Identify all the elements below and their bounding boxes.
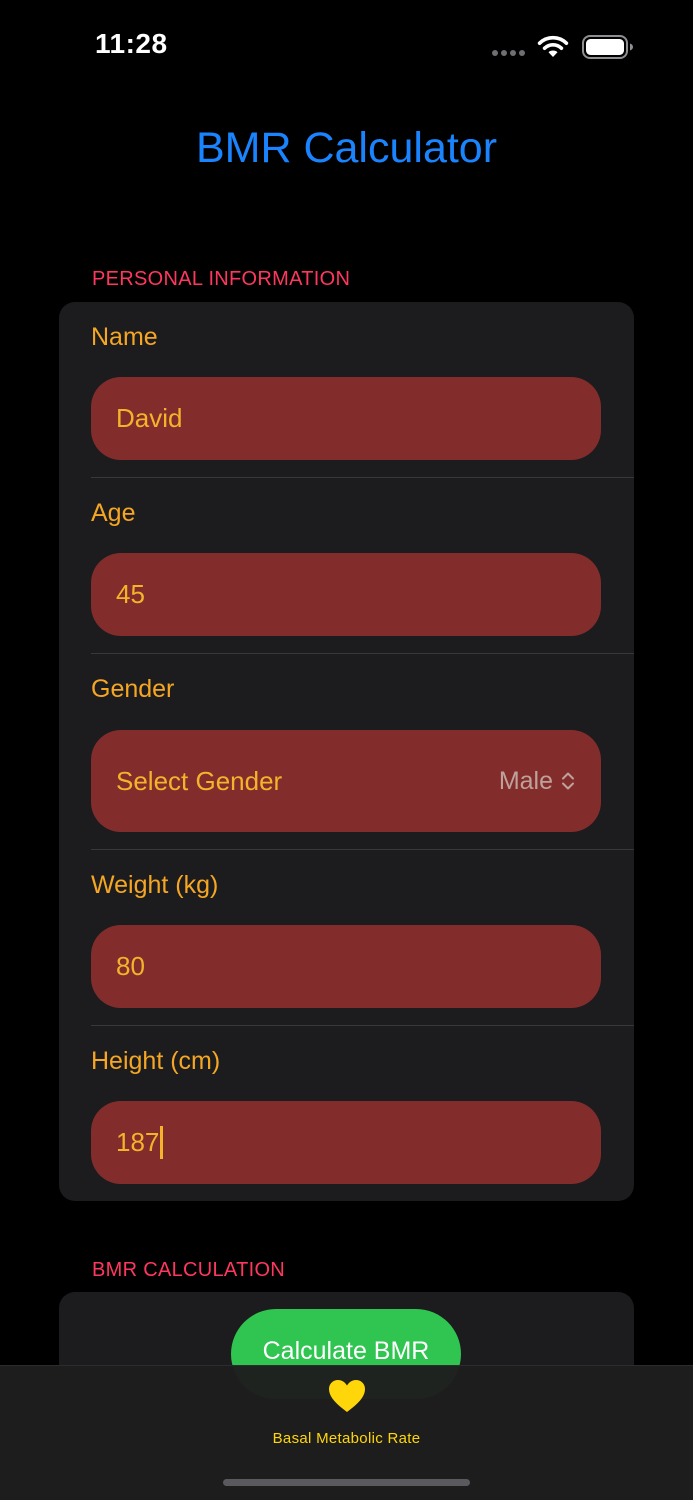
weight-row: Weight (kg) 80 [59, 850, 634, 1026]
tab-basal-metabolic-rate[interactable]: Basal Metabolic Rate [0, 1378, 693, 1447]
name-label: Name [91, 323, 158, 351]
gender-selected-value: Male [498, 766, 553, 795]
gender-picker[interactable]: Select Gender Male [91, 730, 601, 832]
height-value: 187 [116, 1127, 160, 1157]
tab-bar: Basal Metabolic Rate [0, 1365, 693, 1500]
age-field[interactable]: 45 [91, 553, 601, 636]
personal-info-card: Name David Age 45 Gender Select Gender M… [59, 302, 634, 1201]
age-value: 45 [116, 579, 145, 609]
app-screen: 11:28 BMR Calculator PERSONAL INFORMATIO… [0, 0, 693, 1500]
weight-value: 80 [116, 951, 145, 981]
age-row: Age 45 [59, 478, 634, 654]
age-label: Age [91, 499, 136, 527]
gender-picker-value: Male [499, 767, 575, 796]
height-row: Height (cm) 187 [59, 1026, 634, 1201]
heart-icon [328, 1380, 365, 1412]
gender-picker-label: Select Gender [116, 765, 283, 796]
weight-field[interactable]: 80 [91, 925, 601, 1008]
name-field[interactable]: David [91, 377, 601, 460]
gender-row: Gender Select Gender Male [59, 654, 634, 850]
status-time: 11:28 [95, 28, 168, 59]
name-row: Name David [59, 302, 634, 478]
page-title: BMR Calculator [195, 124, 498, 172]
chevron-updown-icon [562, 772, 574, 790]
tab-label: Basal Metabolic Rate [272, 1430, 421, 1447]
name-value: David [116, 403, 183, 433]
cellular-signal-icon [492, 50, 525, 56]
text-cursor [160, 1126, 164, 1159]
section-header-personal: PERSONAL INFORMATION [92, 268, 351, 290]
battery-icon [582, 35, 633, 59]
section-header-calculation: BMR CALCULATION [92, 1259, 286, 1281]
weight-label: Weight (kg) [91, 871, 219, 899]
height-field[interactable]: 187 [91, 1101, 601, 1184]
wifi-icon [537, 35, 569, 57]
home-indicator[interactable] [223, 1479, 470, 1486]
height-label: Height (cm) [91, 1047, 221, 1075]
gender-label: Gender [91, 675, 175, 703]
